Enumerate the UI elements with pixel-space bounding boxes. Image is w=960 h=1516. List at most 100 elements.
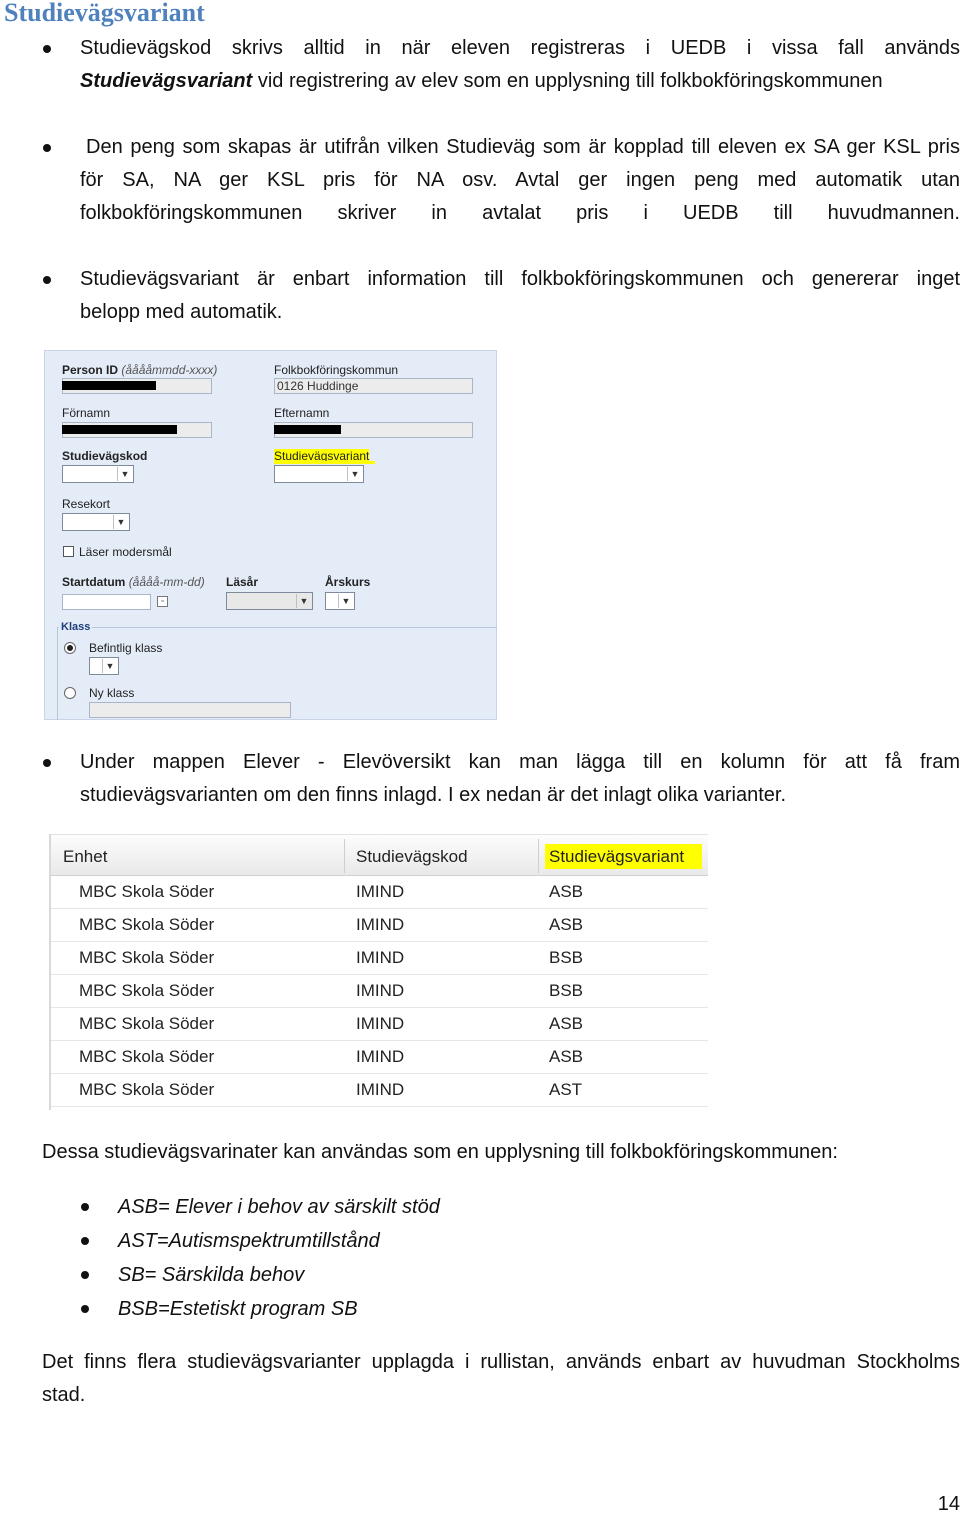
bullet-4-line-1: Under mappen Elever - Elevöversikt kan m…	[80, 751, 960, 773]
bullet-1-line-1: Studievägskod skrivs alltid in när eleve…	[80, 37, 960, 59]
column-header-studievagsvariant[interactable]: Studievägsvariant	[549, 835, 684, 875]
cell-enhet: MBC Skola Söder	[79, 1014, 215, 1033]
cell-enhet: MBC Skola Söder	[79, 1080, 215, 1099]
chevron-down-icon: ▼	[113, 515, 128, 529]
folkbokforing-label: Folkbokföringskommun	[274, 363, 399, 377]
cell-enhet: MBC Skola Söder	[79, 948, 215, 967]
bullet-3-line-2: belopp med automatik.	[80, 301, 283, 323]
table-row[interactable]: MBC Skola Söder IMIND ASB	[51, 908, 708, 942]
chevron-down-icon: ▼	[296, 594, 311, 608]
bullet-dot	[81, 1305, 89, 1313]
bullet-dot	[43, 144, 51, 152]
bullet-dot	[43, 759, 51, 767]
cell-enhet: MBC Skola Söder	[79, 915, 215, 934]
ny-klass-field[interactable]	[89, 702, 291, 718]
variant-item: AST=Autismspektrumtillstånd	[118, 1230, 380, 1252]
column-header-enhet[interactable]: Enhet	[63, 835, 107, 875]
cell-studievagskod: IMIND	[356, 1014, 405, 1033]
lasar-select[interactable]: ▼	[226, 592, 313, 610]
variant-item: SB= Särskilda behov	[118, 1264, 305, 1286]
table-row[interactable]: MBC Skola Söder IMIND ASB	[51, 1007, 708, 1041]
variant-item: ASB= Elever i behov av särskilt stöd	[118, 1196, 440, 1218]
modersmal-checkbox[interactable]	[63, 546, 74, 557]
cell-studievagsvariant: ASB	[549, 1047, 584, 1066]
column-header-studievagskod[interactable]: Studievägskod	[356, 835, 468, 875]
column-separator	[344, 839, 345, 873]
fieldset-divider	[57, 627, 497, 628]
cell-studievagsvariant: BSB	[549, 948, 584, 967]
chevron-down-icon: ▼	[347, 467, 362, 481]
lasar-label: Läsår	[226, 575, 259, 589]
table-header: Enhet Studievägskod Studievägsvariant	[51, 834, 708, 876]
chevron-down-icon: ▼	[117, 467, 132, 481]
befintlig-klass-label: Befintlig klass	[89, 641, 163, 655]
resekort-select[interactable]: ▼	[62, 513, 130, 531]
bullet-1-line-2-rest: vid registrering av elev som en upplysni…	[252, 70, 883, 92]
chevron-down-icon: ▼	[338, 594, 353, 608]
redaction-bar	[274, 425, 341, 434]
variant-item: BSB=Estetiskt program SB	[118, 1298, 358, 1320]
cell-enhet: MBC Skola Söder	[79, 1047, 215, 1066]
cell-studievagsvariant: ASB	[549, 1014, 584, 1033]
redaction-bar	[62, 425, 177, 434]
cell-studievagskod: IMIND	[356, 1047, 405, 1066]
bullet-2-line-2: för SA, NA ger KSL pris för NA osv. Avta…	[80, 169, 960, 191]
startdatum-field[interactable]	[62, 594, 151, 610]
klass-legend: Klass	[59, 621, 93, 633]
ny-klass-radio[interactable]	[64, 687, 76, 699]
bullet-dot	[81, 1271, 89, 1279]
page-number: 14	[937, 1493, 960, 1515]
table-row[interactable]: MBC Skola Söder IMIND BSB	[51, 974, 708, 1008]
table-row[interactable]: MBC Skola Söder IMIND BSB	[51, 941, 708, 975]
chevron-down-icon: ▼	[102, 659, 117, 673]
arskurs-select[interactable]: ▼	[325, 592, 355, 610]
efternamn-label: Efternamn	[274, 406, 330, 420]
table-row[interactable]: MBC Skola Söder IMIND ASB	[51, 875, 708, 909]
fornamn-label: Förnamn	[62, 406, 111, 420]
cell-studievagsvariant: BSB	[549, 981, 584, 1000]
befintlig-klass-radio[interactable]	[64, 642, 76, 654]
redaction-bar	[62, 381, 156, 390]
bullet-dot	[43, 276, 51, 284]
cell-studievagskod: IMIND	[356, 882, 405, 901]
ny-klass-label: Ny klass	[89, 686, 135, 700]
closing-line-1: Det finns flera studievägsvarianter uppl…	[42, 1351, 960, 1373]
cell-studievagskod: IMIND	[356, 948, 405, 967]
folkbokforing-field[interactable]: 0126 Huddinge	[274, 378, 473, 394]
bullet-dot	[81, 1203, 89, 1211]
bullet-2-line-1: Den peng som skapas är utifrån vilken St…	[86, 136, 960, 158]
bullet-1-line-2: Studievägsvariant vid registrering av el…	[80, 65, 960, 98]
bullet-2-line-3: folkbokföringskommunen skriver in avtala…	[80, 202, 960, 224]
student-overview-table: Enhet Studievägskod Studievägsvariant MB…	[49, 834, 708, 1110]
calendar-icon[interactable]: ▫	[157, 596, 168, 607]
highlight-mark	[274, 461, 375, 464]
klass-select[interactable]: ▼	[89, 657, 119, 675]
bullet-dot	[81, 1237, 89, 1245]
registration-form-screenshot: Person ID (ååååmmdd-xxxx) Folkbokförings…	[44, 350, 497, 720]
variants-intro: Dessa studievägsvarinater kan användas s…	[42, 1141, 838, 1163]
bullet-1-emphasis: Studievägsvariant	[80, 70, 253, 92]
person-id-label: Person ID (ååååmmdd-xxxx)	[62, 363, 218, 377]
bullet-3-line-1: Studievägsvariant är enbart information …	[80, 268, 960, 290]
bullet-4-line-2: studievägsvarianten om den finns inlagd.…	[80, 784, 786, 806]
table-row[interactable]: MBC Skola Söder IMIND AST	[51, 1073, 708, 1107]
closing-line-2: stad.	[42, 1384, 86, 1406]
column-separator	[538, 839, 539, 873]
cell-studievagskod: IMIND	[356, 981, 405, 1000]
bullet-dot	[43, 45, 51, 53]
cell-enhet: MBC Skola Söder	[79, 981, 215, 1000]
resekort-label: Resekort	[62, 497, 111, 511]
cell-enhet: MBC Skola Söder	[79, 882, 215, 901]
studievagskod-select[interactable]: ▼	[62, 465, 134, 483]
cell-studievagskod: IMIND	[356, 1080, 405, 1099]
table-row[interactable]: MBC Skola Söder IMIND ASB	[51, 1040, 708, 1074]
cell-studievagsvariant: ASB	[549, 882, 584, 901]
section-heading: Studievägsvariant	[4, 0, 205, 27]
cell-studievagsvariant: AST	[549, 1080, 583, 1099]
modersmal-label: Läser modersmål	[79, 545, 172, 559]
cell-studievagsvariant: ASB	[549, 915, 584, 934]
cell-studievagskod: IMIND	[356, 915, 405, 934]
studievagsvariant-select[interactable]: ▼	[274, 465, 364, 483]
startdatum-label: Startdatum (åååå-mm-dd)	[62, 575, 205, 589]
arskurs-label: Årskurs	[325, 575, 371, 589]
